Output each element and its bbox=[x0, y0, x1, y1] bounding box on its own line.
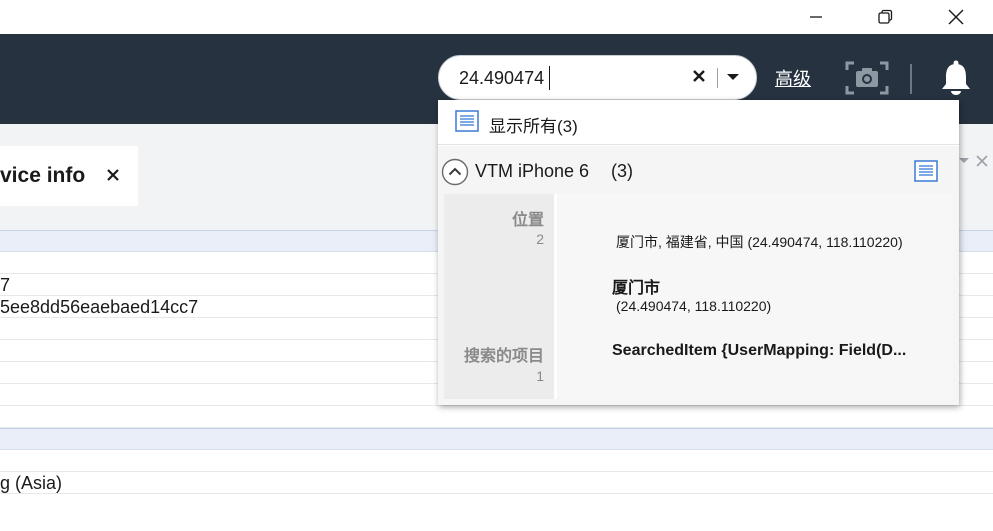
clear-icon bbox=[692, 69, 706, 88]
category-column: 位置 2 搜索的项目 1 bbox=[444, 194, 556, 399]
title-bar bbox=[0, 0, 993, 34]
table-cell: 5ee8dd56eaebaed14cc7 bbox=[0, 297, 199, 317]
table-cell: g (Asia) bbox=[0, 473, 63, 493]
text-caret bbox=[549, 66, 550, 90]
restore-button[interactable] bbox=[862, 0, 908, 34]
restore-icon bbox=[877, 9, 893, 25]
table-row[interactable] bbox=[0, 406, 993, 428]
result-group: VTM iPhone 6 (3) 位置 2 搜索的项目 1 厦门市, 福建省, … bbox=[438, 146, 959, 405]
list-icon bbox=[455, 110, 479, 132]
group-title: VTM iPhone 6 bbox=[475, 161, 590, 181]
collapse-group-button[interactable] bbox=[441, 158, 469, 186]
list-icon[interactable] bbox=[914, 160, 938, 182]
minimize-button[interactable] bbox=[793, 0, 839, 34]
search-box bbox=[438, 55, 757, 100]
search-input[interactable] bbox=[459, 66, 684, 90]
chevron-down-icon bbox=[726, 69, 740, 87]
chevron-down-icon bbox=[959, 158, 969, 163]
close-icon bbox=[947, 8, 965, 26]
category-count-location: 2 bbox=[536, 231, 544, 247]
minimize-icon bbox=[808, 9, 824, 25]
advanced-search-link[interactable]: 高级 bbox=[775, 65, 811, 91]
toolbar-separator bbox=[910, 64, 912, 94]
show-all-label: 显示所有(3) bbox=[489, 117, 578, 136]
tab-device-info[interactable]: vice info bbox=[0, 146, 138, 206]
result-location-coords: (24.490474, 118.110220) bbox=[616, 298, 772, 314]
close-window-button[interactable] bbox=[933, 0, 979, 34]
table-section-row[interactable] bbox=[0, 428, 993, 450]
tab-label: vice info bbox=[0, 164, 86, 187]
result-searched-item[interactable]: SearchedItem {UserMapping: Field(D... bbox=[612, 342, 906, 360]
chevron-up-icon bbox=[441, 158, 469, 190]
table-cell: 7 bbox=[0, 275, 11, 295]
table-row[interactable] bbox=[0, 450, 993, 472]
result-location-name[interactable]: 厦门市 bbox=[612, 274, 660, 298]
clear-search-button[interactable] bbox=[690, 69, 708, 87]
result-location-full[interactable]: 厦门市, 福建省, 中国 (24.490474, 118.110220) bbox=[616, 232, 903, 252]
search-results-popup: 显示所有(3) VTM iPhone 6 (3) 位置 2 搜索的项目 1 厦门… bbox=[438, 100, 959, 405]
notifications-button[interactable] bbox=[938, 58, 974, 98]
app-window: 高级 bbox=[0, 0, 993, 531]
group-count: (3) bbox=[611, 161, 633, 181]
category-label-searched-items[interactable]: 搜索的项目 bbox=[464, 342, 544, 366]
tab-overflow-controls[interactable] bbox=[957, 154, 991, 168]
close-icon bbox=[106, 168, 120, 187]
search-divider bbox=[717, 68, 718, 88]
category-count-searched-items: 1 bbox=[536, 368, 544, 384]
results-column: 厦门市, 福建省, 中国 (24.490474, 118.110220) 厦门市… bbox=[557, 194, 953, 399]
table-row[interactable]: g (Asia) bbox=[0, 472, 993, 494]
search-dropdown-button[interactable] bbox=[724, 69, 742, 87]
category-label-location[interactable]: 位置 bbox=[512, 206, 544, 230]
screenshot-button[interactable] bbox=[843, 58, 891, 98]
show-all-results[interactable]: 显示所有(3) bbox=[438, 100, 959, 145]
tab-close-button[interactable] bbox=[104, 168, 122, 186]
group-header: VTM iPhone 6 (3) bbox=[438, 146, 959, 194]
